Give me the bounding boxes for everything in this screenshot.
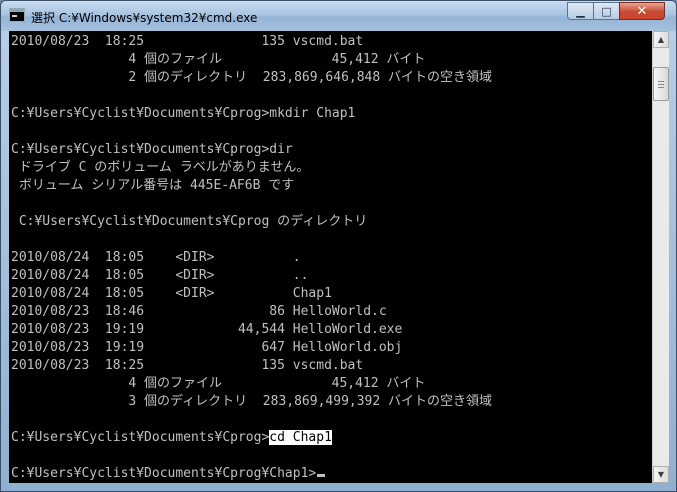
thumb-grip [658,81,664,82]
text-cursor [317,474,326,477]
title-bar[interactable]: 選択 C:¥Windows¥system32¥cmd.exe ▁ □ ✕ [1,1,676,31]
console-line: 2010/08/23 19:19 647 HelloWorld.obj [11,339,402,357]
vertical-scrollbar[interactable]: ▲ ▼ [652,31,669,483]
console-line-text: 2 個のディレクトリ 283,869,646,848 バイトの空き領域 [11,70,493,85]
console-line: 2010/08/24 18:05 <DIR> .. [11,267,308,285]
console-line: ボリューム シリアル番号は 445E-AF6B です [11,177,294,195]
console-line-text: 2010/08/24 18:05 <DIR> Chap1 [11,286,332,301]
console-line: ドライブ C のボリューム ラベルがありません。 [11,159,310,177]
thumb-grip [658,84,664,85]
console-line: 2010/08/24 18:05 <DIR> Chap1 [11,285,332,303]
console-line: C:¥Users¥Cyclist¥Documents¥Cprog¥Chap1> [11,465,326,483]
maximize-button[interactable]: □ [593,2,620,20]
console-line-text: 2010/08/24 18:05 <DIR> .. [11,268,309,283]
thumb-grip [658,87,664,88]
console-line-text: C:¥Users¥Cyclist¥Documents¥Cprog>mkdir C… [11,106,356,121]
console-line-text: C:¥Users¥Cyclist¥Documents¥Cprog> [11,430,270,445]
console-line-text: C:¥Users¥Cyclist¥Documents¥Cprog¥Chap1> [11,466,317,481]
scroll-down-button[interactable]: ▼ [653,466,669,483]
window-title: 選択 C:¥Windows¥system32¥cmd.exe [31,11,258,25]
console-output[interactable]: 2010/08/23 18:25 135 vscmd.bat 4 個のファイル … [9,31,652,483]
console-line: 2010/08/24 18:05 <DIR> . [11,249,301,267]
console-line: C:¥Users¥Cyclist¥Documents¥Cprog>cd Chap… [11,429,332,447]
console-window: 選択 C:¥Windows¥system32¥cmd.exe ▁ □ ✕ 201… [0,0,677,492]
console-line-text: 4 個のファイル 45,412 バイト [11,52,426,67]
console-line: C:¥Users¥Cyclist¥Documents¥Cprog のディレクトリ [11,213,367,231]
console-line-text: ドライブ C のボリューム ラベルがありません。 [11,160,310,175]
console-line-text: 2010/08/24 18:05 <DIR> . [11,250,301,265]
close-button[interactable]: ✕ [619,2,665,20]
minimize-button[interactable]: ▁ [567,2,594,20]
console-line: 3 個のディレクトリ 283,869,499,392 バイトの空き領域 [11,393,492,411]
scroll-up-button[interactable]: ▲ [653,31,669,48]
console-line-text: C:¥Users¥Cyclist¥Documents¥Cprog>dir [11,142,293,157]
console-line: C:¥Users¥Cyclist¥Documents¥Cprog>dir [11,141,293,159]
console-line-text: 2010/08/23 19:19 647 HelloWorld.obj [11,340,403,355]
console-line: 2010/08/23 18:25 135 vscmd.bat [11,33,363,51]
console-line-text: 4 個のファイル 45,412 バイト [11,376,426,391]
console-line: C:¥Users¥Cyclist¥Documents¥Cprog>mkdir C… [11,105,355,123]
console-line: 4 個のファイル 45,412 バイト [11,375,425,393]
console-line-text: 3 個のディレクトリ 283,869,499,392 バイトの空き領域 [11,394,493,409]
cmd-console-icon[interactable] [9,8,25,22]
console-line-text: 2010/08/23 19:19 44,544 HelloWorld.exe [11,322,403,337]
console-line-text: 2010/08/23 18:25 135 vscmd.bat [11,358,364,373]
console-line-text: 2010/08/23 18:25 135 vscmd.bat [11,34,364,49]
console-line: 2010/08/23 18:25 135 vscmd.bat [11,357,363,375]
selected-command-text[interactable]: cd Chap1 [269,430,332,445]
console-line: 4 個のファイル 45,412 バイト [11,51,425,69]
console-line: 2010/08/23 19:19 44,544 HelloWorld.exe [11,321,402,339]
console-line-text: 2010/08/23 18:46 86 HelloWorld.c [11,304,387,319]
scrollbar-thumb[interactable] [653,67,669,101]
console-line-text: ボリューム シリアル番号は 445E-AF6B です [11,178,295,193]
console-line: 2 個のディレクトリ 283,869,646,848 バイトの空き領域 [11,69,492,87]
console-line: 2010/08/23 18:46 86 HelloWorld.c [11,303,387,321]
console-line-text: C:¥Users¥Cyclist¥Documents¥Cprog のディレクトリ [11,214,368,229]
